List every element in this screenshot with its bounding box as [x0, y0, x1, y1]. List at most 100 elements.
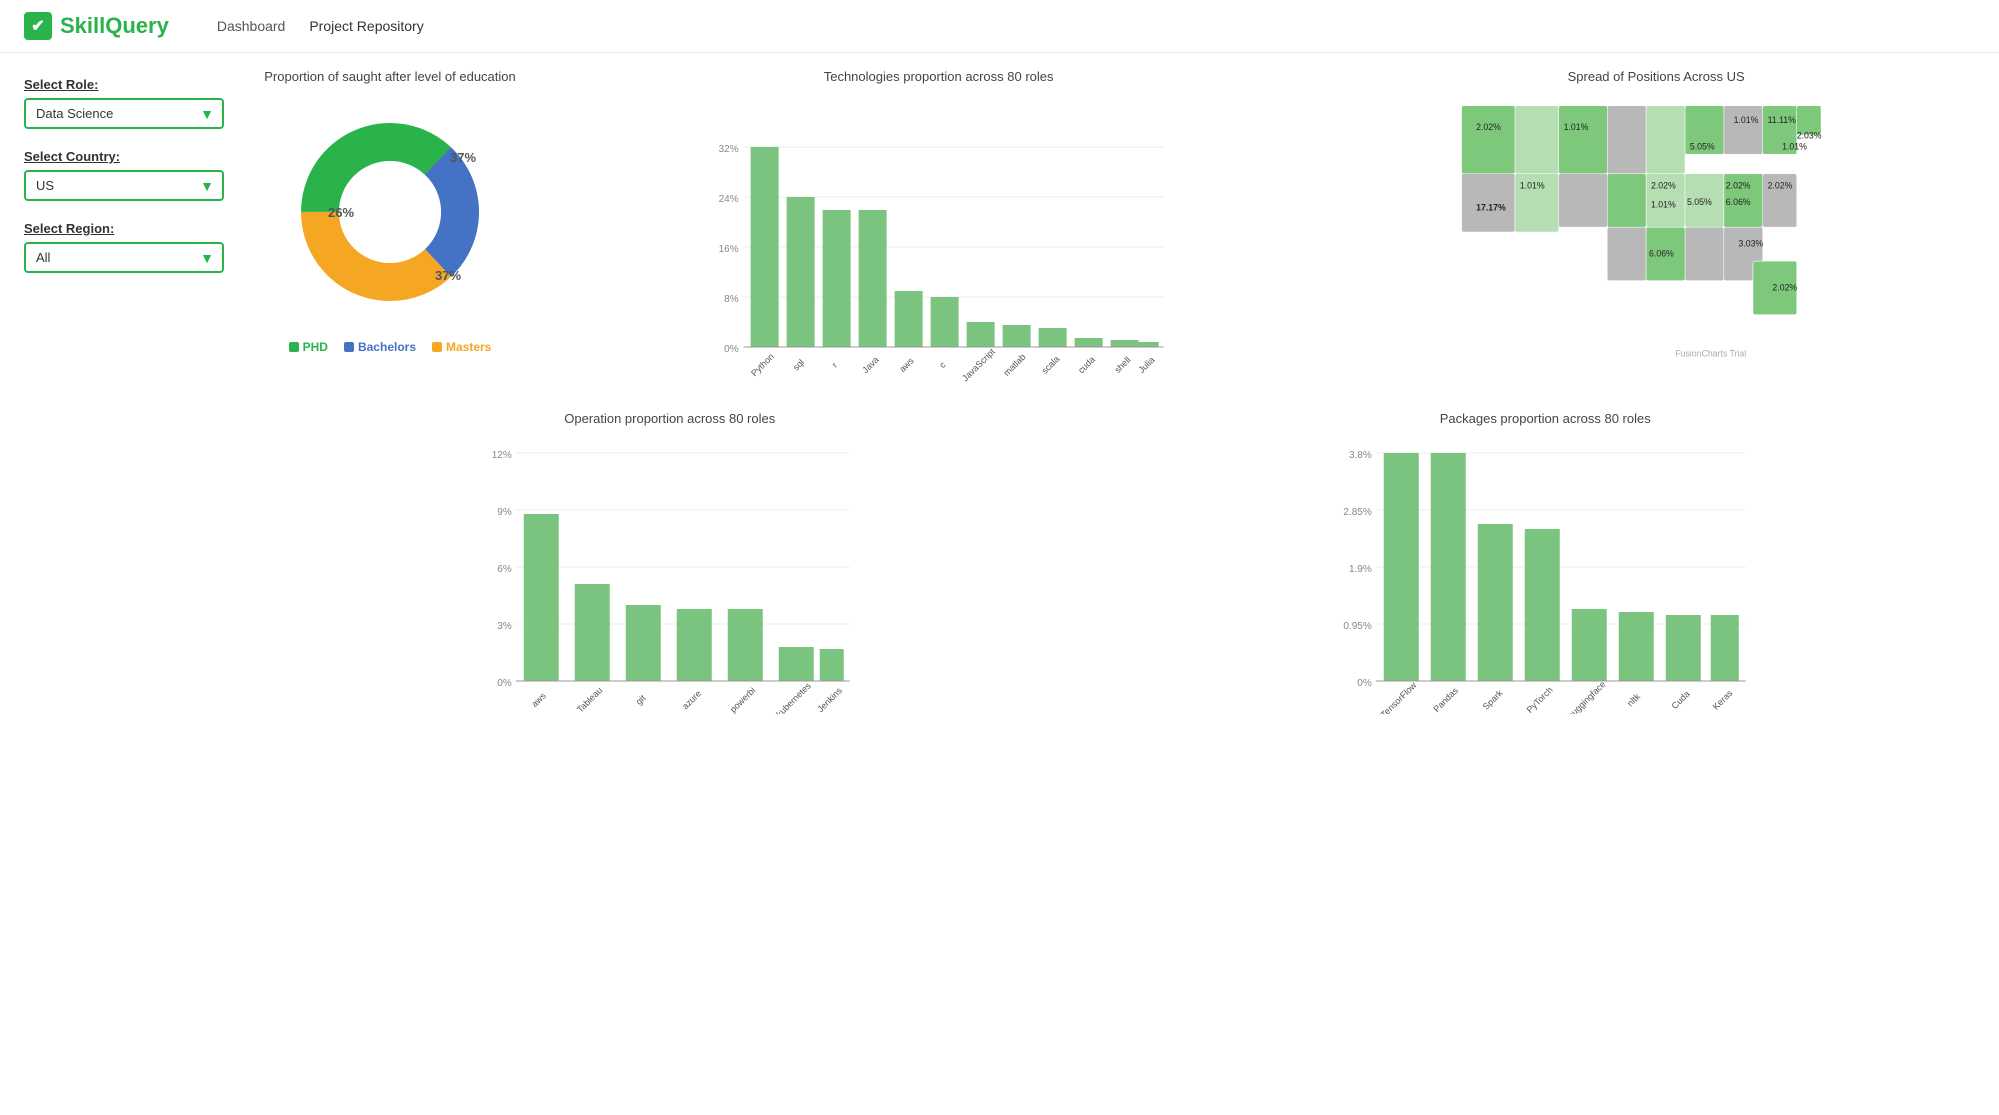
donut-legend: PHD Bachelors Masters: [240, 340, 540, 354]
nav-dashboard[interactable]: Dashboard: [217, 14, 286, 38]
svg-text:Pandas: Pandas: [1431, 685, 1460, 714]
map-area: 17.17% 2.02% 1.01% 1.01% 11.11% 2.03% 1.…: [1337, 92, 1975, 372]
svg-text:Cuda: Cuda: [1669, 689, 1691, 711]
tech-chart-svg: 0% 8% 16% 24% 32% Python sql: [556, 92, 1321, 392]
legend-phd: PHD: [289, 340, 328, 354]
svg-text:kubernetes: kubernetes: [774, 680, 813, 714]
svg-text:2.02%: 2.02%: [1476, 122, 1501, 132]
legend-bachelors-label: Bachelors: [358, 340, 416, 354]
logo-text: SkillQuery: [60, 13, 169, 39]
country-filter: Select Country: US ▼: [24, 149, 224, 201]
svg-text:TensorFlow: TensorFlow: [1378, 680, 1418, 714]
svg-text:sql: sql: [791, 357, 806, 372]
packages-chart-svg: 0% 0.95% 1.9% 2.85% 3.8% TensorFlow: [1116, 434, 1976, 714]
svg-text:12%: 12%: [492, 450, 512, 461]
svg-text:5.05%: 5.05%: [1687, 197, 1712, 207]
svg-text:shell: shell: [1112, 355, 1132, 375]
svg-text:0%: 0%: [724, 344, 739, 355]
svg-text:1.01%: 1.01%: [1782, 141, 1807, 151]
svg-text:37%: 37%: [435, 268, 461, 283]
role-label: Select Role:: [24, 77, 224, 92]
svg-text:azure: azure: [680, 688, 703, 711]
legend-bachelors-dot: [344, 342, 354, 352]
svg-text:huggingface: huggingface: [1565, 679, 1607, 714]
svg-text:11.11%: 11.11%: [1768, 115, 1797, 125]
map-chart-box: Spread of Positions Across US: [1337, 69, 1975, 395]
svg-text:Keras: Keras: [1710, 688, 1734, 712]
tech-chart-box: Technologies proportion across 80 roles …: [556, 69, 1321, 395]
svg-text:scala: scala: [1040, 354, 1062, 376]
svg-text:8%: 8%: [724, 294, 739, 305]
header: ✔ SkillQuery Dashboard Project Repositor…: [0, 0, 1999, 53]
role-filter: Select Role: Data Science ▼: [24, 77, 224, 129]
svg-text:Julia: Julia: [1136, 355, 1156, 375]
svg-text:Tableau: Tableau: [575, 685, 604, 714]
svg-text:aws: aws: [529, 690, 548, 709]
us-map-svg: 17.17% 2.02% 1.01% 1.01% 11.11% 2.03% 1.…: [1341, 96, 1971, 368]
packages-chart-title: Packages proportion across 80 roles: [1116, 411, 1976, 426]
svg-text:c: c: [937, 359, 948, 370]
svg-text:Jenkins: Jenkins: [815, 685, 844, 714]
region-value: All: [36, 250, 50, 265]
navigation: Dashboard Project Repository: [217, 14, 424, 38]
region-label: Select Region:: [24, 221, 224, 236]
svg-text:2.02%: 2.02%: [1726, 180, 1751, 190]
svg-text:1.01%: 1.01%: [1520, 180, 1545, 190]
svg-text:6.06%: 6.06%: [1726, 197, 1751, 207]
svg-text:16%: 16%: [719, 244, 739, 255]
legend-bachelors: Bachelors: [344, 340, 416, 354]
logo: ✔ SkillQuery: [24, 12, 169, 40]
role-value: Data Science: [36, 106, 113, 121]
svg-text:1.01%: 1.01%: [1734, 115, 1759, 125]
svg-text:JavaScript: JavaScript: [960, 346, 997, 383]
svg-text:37%: 37%: [450, 150, 476, 165]
legend-masters-dot: [432, 342, 442, 352]
svg-text:powerbi: powerbi: [728, 685, 757, 714]
tech-chart-title: Technologies proportion across 80 roles: [556, 69, 1321, 84]
legend-phd-label: PHD: [303, 340, 328, 354]
svg-text:2.02%: 2.02%: [1768, 180, 1793, 190]
svg-text:0.95%: 0.95%: [1343, 621, 1371, 632]
country-select[interactable]: US ▼: [24, 170, 224, 201]
svg-text:nltk: nltk: [1625, 691, 1642, 708]
svg-text:2.02%: 2.02%: [1651, 180, 1676, 190]
legend-phd-dot: [289, 342, 299, 352]
region-dropdown-arrow: ▼: [200, 250, 214, 266]
svg-text:6.06%: 6.06%: [1649, 248, 1674, 258]
svg-text:2.02%: 2.02%: [1773, 282, 1798, 292]
donut-chart-area: 26% 37% 37%: [240, 92, 540, 332]
country-label: Select Country:: [24, 149, 224, 164]
svg-text:26%: 26%: [328, 205, 354, 220]
logo-icon: ✔: [24, 12, 52, 40]
svg-text:6%: 6%: [497, 564, 512, 575]
svg-text:3.8%: 3.8%: [1348, 450, 1371, 461]
svg-text:0%: 0%: [1357, 678, 1372, 689]
country-value: US: [36, 178, 54, 193]
svg-text:0%: 0%: [497, 678, 512, 689]
svg-text:17.17%: 17.17%: [1476, 203, 1506, 213]
svg-text:aws: aws: [897, 355, 916, 374]
svg-text:matlab: matlab: [1001, 352, 1027, 378]
nav-project-repository[interactable]: Project Repository: [309, 14, 423, 38]
donut-svg: 26% 37% 37%: [280, 102, 500, 322]
svg-text:r: r: [830, 360, 839, 369]
region-filter: Select Region: All ▼: [24, 221, 224, 273]
packages-chart-box: Packages proportion across 80 roles 0% 0…: [1116, 411, 1976, 717]
svg-text:1.9%: 1.9%: [1348, 564, 1371, 575]
svg-text:5.05%: 5.05%: [1690, 141, 1715, 151]
region-select[interactable]: All ▼: [24, 242, 224, 273]
charts-content: Proportion of saught after level of educ…: [240, 69, 1975, 717]
svg-text:FusionCharts Trial: FusionCharts Trial: [1676, 348, 1747, 358]
svg-text:2.85%: 2.85%: [1343, 507, 1371, 518]
chart-row-2: Operation proportion across 80 roles 0% …: [240, 411, 1975, 717]
svg-text:Spark: Spark: [1480, 688, 1504, 712]
main-content: Select Role: Data Science ▼ Select Count…: [0, 53, 1999, 733]
svg-text:1.01%: 1.01%: [1651, 200, 1676, 210]
svg-text:Python: Python: [749, 351, 776, 378]
role-dropdown-arrow: ▼: [200, 106, 214, 122]
role-select[interactable]: Data Science ▼: [24, 98, 224, 129]
chart-row-1: Proportion of saught after level of educ…: [240, 69, 1975, 395]
svg-text:cuda: cuda: [1076, 354, 1097, 375]
country-dropdown-arrow: ▼: [200, 178, 214, 194]
map-chart-title: Spread of Positions Across US: [1337, 69, 1975, 84]
